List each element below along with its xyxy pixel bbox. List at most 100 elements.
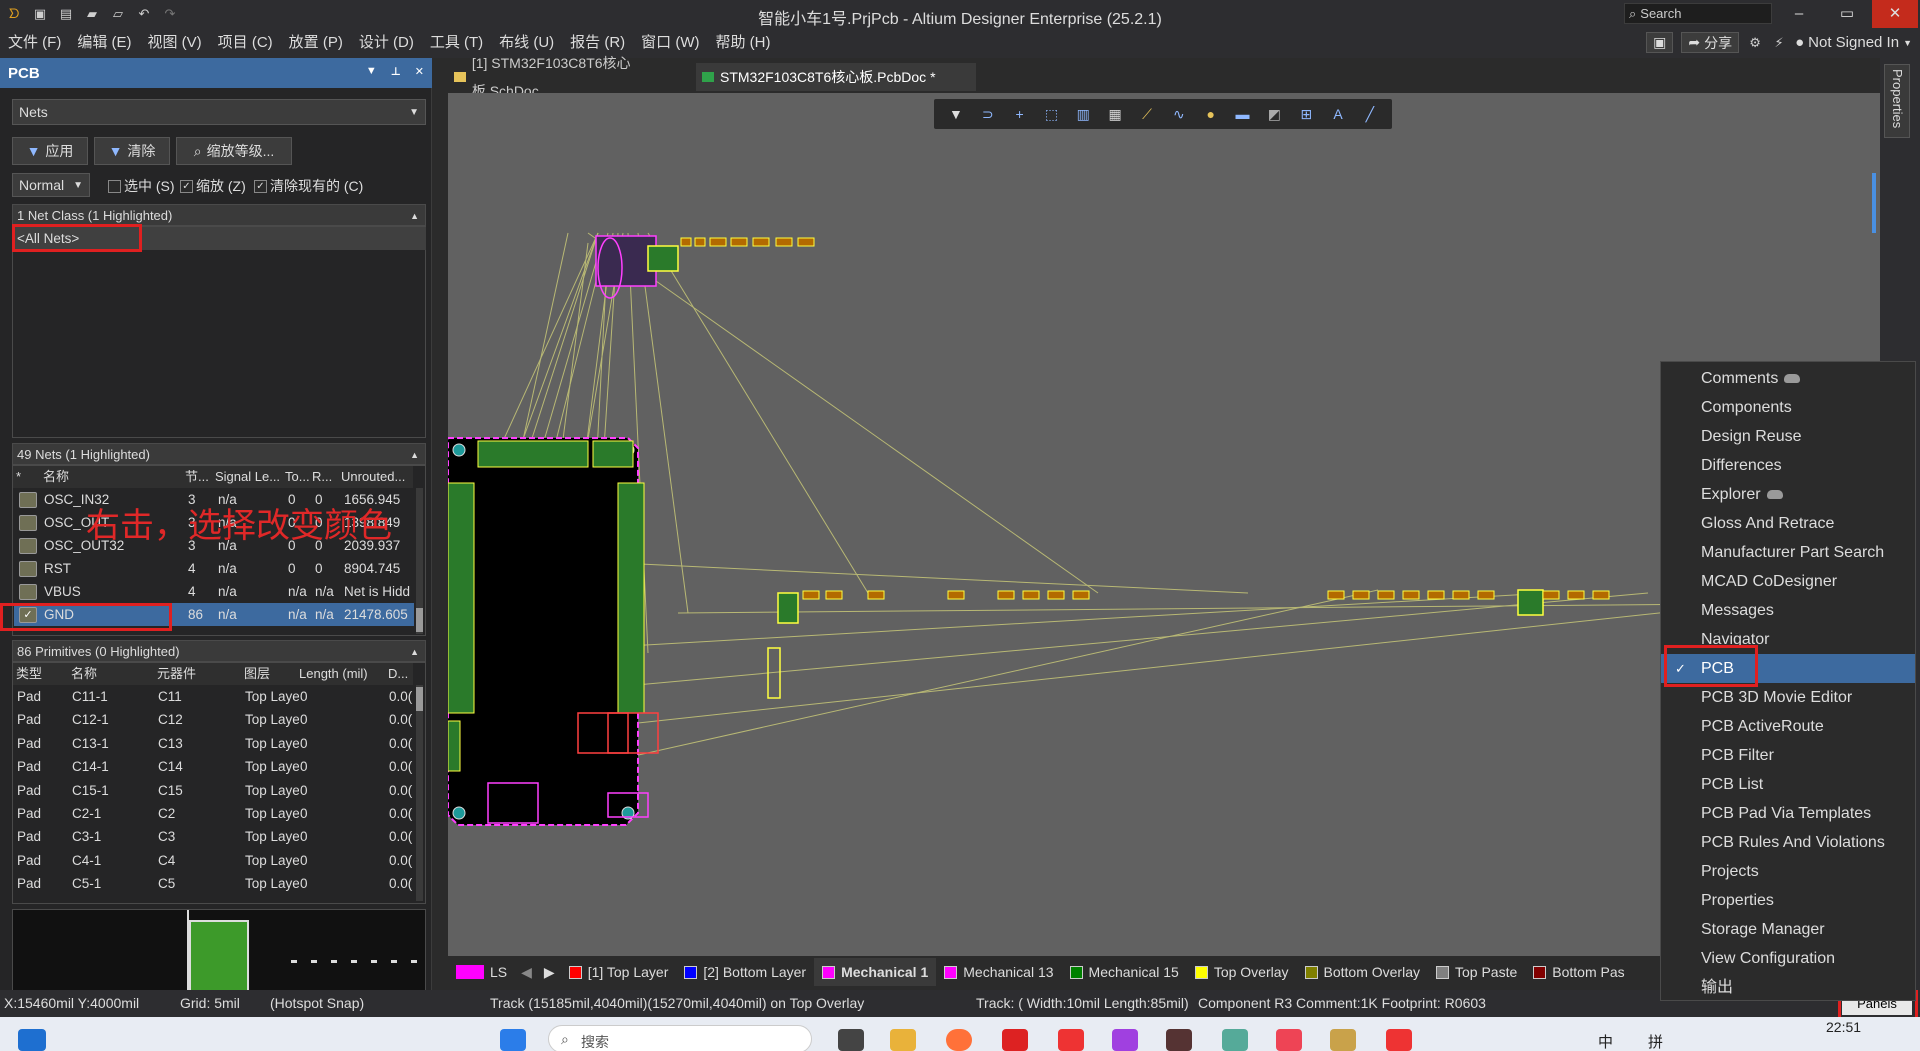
panels-menu-item[interactable]: PCB ActiveRoute (1661, 712, 1915, 741)
panel-mode-select[interactable]: Nets ▼ (12, 99, 426, 125)
search-input[interactable]: ⌕ Search (1624, 3, 1772, 24)
net-color-swatch[interactable] (19, 584, 37, 600)
properties-side-tab[interactable]: Properties (1884, 64, 1910, 138)
zoom-checkbox[interactable]: ✓ (180, 179, 193, 193)
layer-tab-mech1[interactable]: Mechanical 1 (814, 958, 937, 986)
redo-icon[interactable]: ↷ (162, 6, 178, 22)
route-track-icon[interactable]: ⟋ (1138, 105, 1156, 123)
panels-menu-item[interactable]: Manufacturer Part Search (1661, 538, 1915, 567)
menu-edit[interactable]: 编辑 (E) (69, 28, 139, 58)
via-icon[interactable]: ● (1202, 105, 1220, 123)
col-unrouted[interactable]: Unrouted... (341, 466, 405, 488)
primitive-row[interactable]: Pad C12-1 C12 Top Laye 0 0.0( (14, 708, 414, 731)
select-rectangle-icon[interactable]: ⬚ (1042, 105, 1060, 123)
net-color-swatch[interactable] (19, 561, 37, 577)
open-folder-icon[interactable]: ▰ (84, 6, 100, 22)
primitive-row[interactable]: Pad C14-1 C14 Top Laye 0 0.0( (14, 755, 414, 778)
notifications-off-icon[interactable]: ⚡ (1771, 35, 1787, 51)
dimension-icon[interactable]: ⊞ (1297, 105, 1315, 123)
primitives-scrollbar[interactable] (416, 685, 423, 901)
panels-menu-item[interactable]: PCB List (1661, 770, 1915, 799)
panels-menu-item[interactable]: Differences (1661, 451, 1915, 480)
gear-icon[interactable]: ⚙ (1747, 35, 1763, 51)
panel-close-icon[interactable]: ✕ (415, 65, 424, 78)
panels-menu-item[interactable]: Comments (1661, 364, 1915, 393)
primitive-row[interactable]: Pad C4-1 C4 Top Laye 0 0.0( (14, 849, 414, 872)
layer-tab-mech15[interactable]: Mechanical 15 (1062, 958, 1187, 986)
panels-menu-item[interactable]: Components (1661, 393, 1915, 422)
music-app-icon[interactable] (1002, 1029, 1028, 1051)
primitives-scroll-thumb[interactable] (416, 687, 423, 711)
firefox-icon[interactable] (946, 1029, 972, 1051)
component-icon[interactable]: ▦ (1106, 105, 1124, 123)
col-star[interactable]: * (16, 466, 21, 488)
pin-icon[interactable]: ⊥ (391, 65, 401, 78)
save-icon[interactable]: ▣ (32, 6, 48, 22)
ime-mode[interactable]: 中 (1598, 1031, 1613, 1051)
net-color-swatch[interactable] (19, 538, 37, 554)
menu-design[interactable]: 设计 (D) (351, 28, 422, 58)
col-nodes[interactable]: 节... (185, 466, 209, 488)
share-button[interactable]: ➦ 分享 (1681, 32, 1740, 53)
primitive-row[interactable]: Pad C2-1 C2 Top Laye 0 0.0( (14, 802, 414, 825)
open-project-icon[interactable]: ▱ (110, 6, 126, 22)
interactive-routing-icon[interactable]: ⊃ (979, 105, 997, 123)
clear-button[interactable]: ▼ 清除 (94, 137, 170, 165)
panels-menu-item[interactable]: Gloss And Retrace (1661, 509, 1915, 538)
zoom-option[interactable]: ✓ 缩放 (Z) (180, 176, 246, 196)
net-color-swatch[interactable] (19, 492, 37, 508)
clear-existing-option[interactable]: ✓ 清除现有的 (C) (254, 176, 363, 196)
col-component[interactable]: 元器件 (157, 663, 196, 685)
close-button[interactable]: ✕ (1872, 0, 1918, 28)
nets-scrollbar[interactable] (416, 488, 423, 634)
filter-icon[interactable]: ▼ (947, 105, 965, 123)
primitive-row[interactable]: Pad C5-1 C5 Top Laye 0 0.0( (14, 872, 414, 895)
net-row[interactable]: RST 4 n/a 0 0 8904.745 (14, 557, 414, 580)
layer-tab-bottom-paste[interactable]: Bottom Pas (1525, 958, 1632, 986)
clear-existing-checkbox[interactable]: ✓ (254, 179, 267, 193)
layer-set-button[interactable]: LS (448, 958, 515, 986)
panels-menu-item[interactable]: PCB Pad Via Templates (1661, 799, 1915, 828)
text-icon[interactable]: A (1329, 105, 1347, 123)
start-icon[interactable] (500, 1029, 526, 1051)
primitive-row[interactable]: Pad C15-1 C15 Top Laye 0 0.0( (14, 779, 414, 802)
collapse-icon[interactable]: ▲ (410, 205, 419, 227)
diff-pair-icon[interactable]: ∿ (1170, 105, 1188, 123)
youdao2-icon[interactable] (1386, 1029, 1412, 1051)
panels-menu-item[interactable]: PCB 3D Movie Editor (1661, 683, 1915, 712)
panels-menu-item[interactable]: Messages (1661, 596, 1915, 625)
restore-button[interactable]: ▭ (1824, 0, 1870, 28)
col-total[interactable]: To... (285, 466, 310, 488)
save-all-icon[interactable]: ▤ (58, 6, 74, 22)
file-explorer-icon[interactable] (890, 1029, 916, 1051)
primitive-row[interactable]: Pad C13-1 C13 Top Laye 0 0.0( (14, 732, 414, 755)
panels-menu-item[interactable]: Design Reuse (1661, 422, 1915, 451)
col-type[interactable]: 类型 (16, 663, 42, 685)
panels-menu-item[interactable]: Storage Manager (1661, 915, 1915, 944)
panels-menu-item[interactable]: MCAD CoDesigner (1661, 567, 1915, 596)
col-d[interactable]: D... (388, 663, 408, 685)
layer-next-icon[interactable]: ▶ (538, 964, 561, 981)
minimize-button[interactable]: – (1776, 0, 1822, 28)
menu-help[interactable]: 帮助 (H) (708, 28, 779, 58)
panels-menu-item[interactable]: Properties (1661, 886, 1915, 915)
clock[interactable]: 22:51 (1826, 1019, 1861, 1035)
col-signal-length[interactable]: Signal Le... (215, 466, 281, 488)
panels-menu-item[interactable]: Projects (1661, 857, 1915, 886)
taskbar-search[interactable]: ⌕ 搜索 (548, 1025, 812, 1051)
panels-menu-item[interactable]: 输出 (1661, 973, 1915, 1002)
youdao-icon[interactable] (1058, 1029, 1084, 1051)
mask-mode-select[interactable]: Normal ▼ (12, 173, 90, 197)
task-view-icon[interactable] (838, 1029, 864, 1051)
widgets-icon[interactable] (18, 1029, 46, 1051)
menu-view[interactable]: 视图 (V) (140, 28, 210, 58)
collapse-icon[interactable]: ▲ (410, 444, 419, 466)
canvas-scrollbar[interactable] (1872, 173, 1876, 233)
panel-menu-icon[interactable]: ▼ (366, 65, 377, 78)
app2-icon[interactable] (1222, 1029, 1248, 1051)
menu-file[interactable]: 文件 (F) (0, 28, 69, 58)
select-checkbox[interactable] (108, 179, 121, 193)
app-icon[interactable] (1166, 1029, 1192, 1051)
menu-place[interactable]: 放置 (P) (281, 28, 351, 58)
place-crosshair-icon[interactable]: + (1011, 105, 1029, 123)
